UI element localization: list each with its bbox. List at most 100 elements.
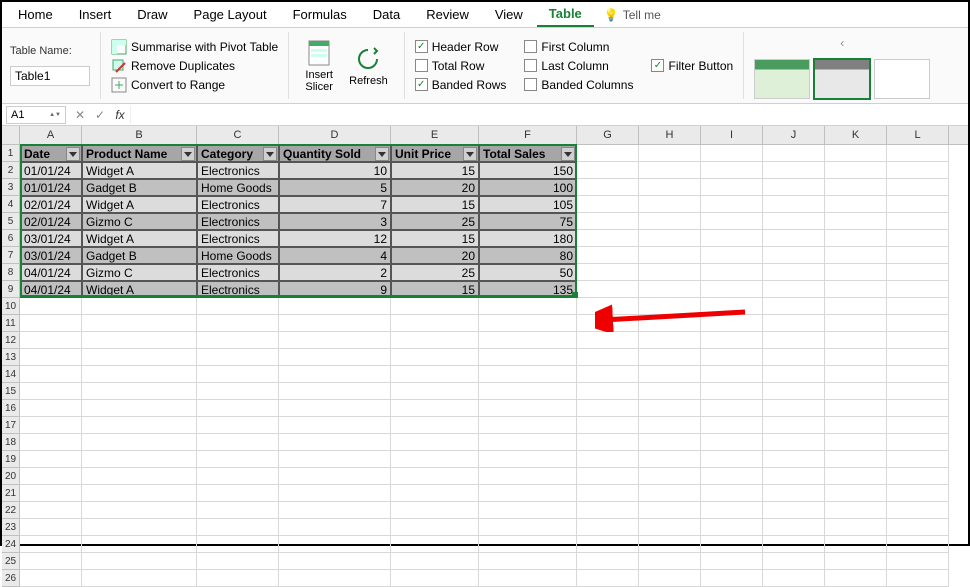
column-header[interactable]: F xyxy=(479,126,577,144)
cell[interactable]: 15 xyxy=(391,196,479,213)
cell[interactable] xyxy=(639,570,701,587)
cell[interactable] xyxy=(701,536,763,553)
cell[interactable] xyxy=(825,400,887,417)
cell[interactable] xyxy=(279,519,391,536)
formula-input[interactable] xyxy=(130,106,968,124)
cell[interactable]: Quantity Sold xyxy=(279,145,391,162)
cell[interactable]: Widget A xyxy=(82,281,197,298)
cell[interactable] xyxy=(20,383,82,400)
header-row-checkbox[interactable]: Header Row xyxy=(415,40,507,54)
cell[interactable] xyxy=(577,162,639,179)
tell-me-search[interactable]: 💡Tell me xyxy=(596,4,669,26)
cell[interactable] xyxy=(763,230,825,247)
cell[interactable] xyxy=(197,383,279,400)
cell[interactable] xyxy=(20,298,82,315)
cell[interactable]: Electronics xyxy=(197,162,279,179)
cell[interactable] xyxy=(577,145,639,162)
cell[interactable] xyxy=(577,332,639,349)
cell[interactable] xyxy=(887,366,949,383)
cell[interactable] xyxy=(763,264,825,281)
ribbon-tab-insert[interactable]: Insert xyxy=(67,3,124,26)
cell[interactable] xyxy=(701,417,763,434)
cell[interactable] xyxy=(639,536,701,553)
cell[interactable] xyxy=(887,400,949,417)
cell[interactable] xyxy=(279,366,391,383)
cell[interactable] xyxy=(701,434,763,451)
cell[interactable] xyxy=(887,145,949,162)
cell[interactable] xyxy=(577,230,639,247)
cell[interactable] xyxy=(82,383,197,400)
cell[interactable] xyxy=(639,315,701,332)
cell[interactable]: Gizmo C xyxy=(82,213,197,230)
cell[interactable] xyxy=(391,502,479,519)
column-header[interactable]: B xyxy=(82,126,197,144)
cell[interactable] xyxy=(701,400,763,417)
cell[interactable] xyxy=(701,162,763,179)
filter-dropdown-icon[interactable] xyxy=(375,147,389,161)
cell[interactable] xyxy=(701,315,763,332)
cell[interactable] xyxy=(825,298,887,315)
cell[interactable] xyxy=(479,315,577,332)
cell[interactable] xyxy=(20,536,82,553)
cell[interactable] xyxy=(701,366,763,383)
cell[interactable] xyxy=(20,553,82,570)
cell[interactable] xyxy=(825,417,887,434)
select-all-corner[interactable] xyxy=(2,126,20,144)
cell[interactable] xyxy=(763,519,825,536)
cell[interactable] xyxy=(825,196,887,213)
row-header[interactable]: 5 xyxy=(2,213,20,230)
cell[interactable] xyxy=(639,179,701,196)
cell[interactable]: Unit Price xyxy=(391,145,479,162)
cell[interactable] xyxy=(279,570,391,587)
cell[interactable] xyxy=(887,417,949,434)
cell[interactable] xyxy=(639,332,701,349)
cell[interactable] xyxy=(825,281,887,298)
cell[interactable] xyxy=(639,451,701,468)
cell[interactable] xyxy=(20,519,82,536)
cell[interactable]: 2 xyxy=(279,264,391,281)
row-header[interactable]: 21 xyxy=(2,485,20,502)
row-header[interactable]: 11 xyxy=(2,315,20,332)
cell[interactable] xyxy=(20,315,82,332)
cell[interactable] xyxy=(887,196,949,213)
cell[interactable]: 150 xyxy=(479,162,577,179)
cell[interactable] xyxy=(639,349,701,366)
cell[interactable] xyxy=(82,349,197,366)
cell[interactable] xyxy=(701,570,763,587)
column-header[interactable]: G xyxy=(577,126,639,144)
cell[interactable] xyxy=(701,281,763,298)
cell[interactable] xyxy=(825,332,887,349)
cell[interactable] xyxy=(701,264,763,281)
row-header[interactable]: 9 xyxy=(2,281,20,298)
cell[interactable] xyxy=(577,264,639,281)
cell[interactable] xyxy=(391,536,479,553)
ribbon-tab-review[interactable]: Review xyxy=(414,3,481,26)
cell[interactable] xyxy=(887,383,949,400)
cell[interactable] xyxy=(577,213,639,230)
table-style-thumb[interactable] xyxy=(754,59,810,99)
cell[interactable]: Widget A xyxy=(82,162,197,179)
cell[interactable] xyxy=(577,519,639,536)
cell[interactable] xyxy=(825,519,887,536)
cell[interactable] xyxy=(825,570,887,587)
cell[interactable] xyxy=(479,383,577,400)
cell[interactable] xyxy=(701,519,763,536)
cell[interactable] xyxy=(577,247,639,264)
cell[interactable]: 80 xyxy=(479,247,577,264)
cell[interactable] xyxy=(701,298,763,315)
cell[interactable] xyxy=(825,247,887,264)
cell[interactable] xyxy=(639,196,701,213)
ribbon-tab-view[interactable]: View xyxy=(483,3,535,26)
cell[interactable] xyxy=(479,451,577,468)
cell[interactable] xyxy=(197,434,279,451)
cell[interactable] xyxy=(577,298,639,315)
cell[interactable] xyxy=(887,451,949,468)
cell[interactable] xyxy=(577,281,639,298)
cell[interactable] xyxy=(887,349,949,366)
cell[interactable]: 02/01/24 xyxy=(20,196,82,213)
cell[interactable]: 5 xyxy=(279,179,391,196)
cell[interactable] xyxy=(701,247,763,264)
fx-button[interactable]: fx xyxy=(110,108,130,122)
cell[interactable] xyxy=(763,400,825,417)
row-header[interactable]: 7 xyxy=(2,247,20,264)
